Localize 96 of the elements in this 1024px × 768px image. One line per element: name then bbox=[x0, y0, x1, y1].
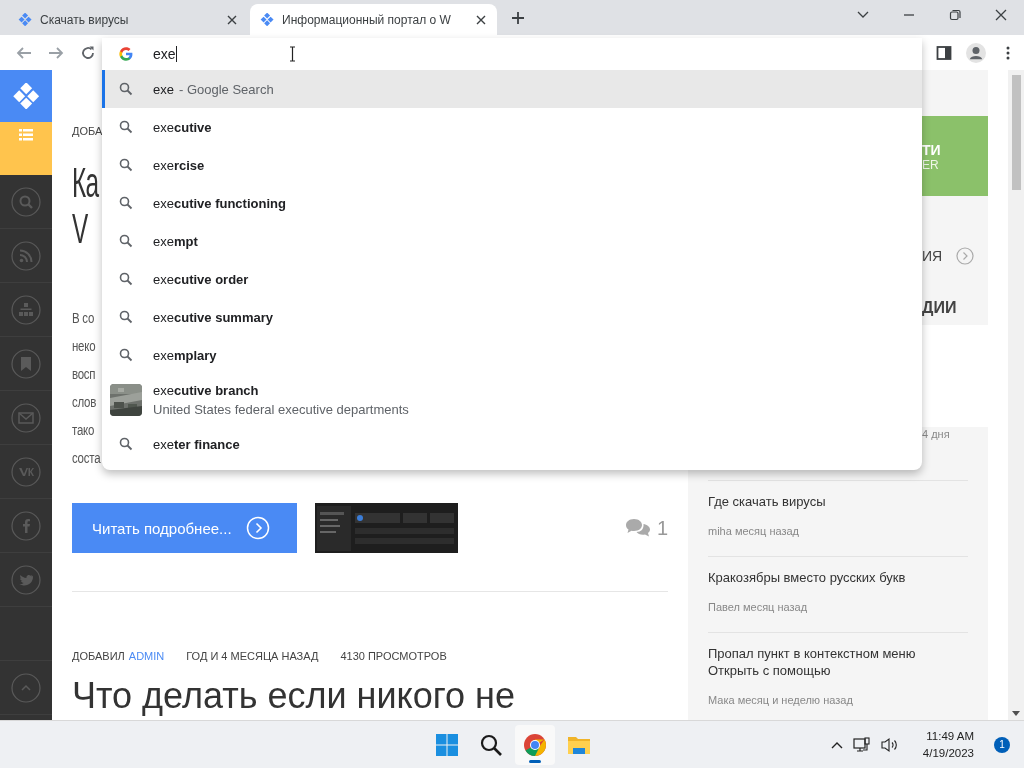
close-icon[interactable] bbox=[226, 13, 238, 26]
suggestion-item[interactable]: executive bbox=[102, 108, 922, 146]
hierarchy-icon[interactable] bbox=[11, 294, 41, 325]
social-icon[interactable] bbox=[11, 510, 41, 541]
widget-heading: ДИИ bbox=[922, 298, 957, 318]
comment-meta: Мака месяц и неделю назад bbox=[708, 693, 853, 707]
diamond-logo-icon bbox=[260, 13, 274, 26]
post-text: соста bbox=[72, 449, 101, 468]
address-field[interactable]: exe bbox=[153, 46, 177, 62]
reload-icon[interactable] bbox=[80, 44, 96, 61]
back-arrow-icon[interactable] bbox=[16, 44, 32, 61]
suggestion-item[interactable]: executive summary bbox=[102, 298, 922, 336]
author-link[interactable]: ADMIN bbox=[128, 649, 165, 663]
post-date: ГОД И 4 МЕСЯЦА НАЗАД bbox=[186, 649, 319, 663]
profile-icon[interactable] bbox=[966, 42, 986, 63]
google-g-icon bbox=[119, 47, 133, 61]
search-icon bbox=[119, 272, 133, 286]
post-text: слов bbox=[72, 393, 97, 412]
suggestion-item[interactable]: exempt bbox=[102, 222, 922, 260]
post-title[interactable]: Что делать если никого не bbox=[72, 675, 515, 717]
diamond-logo-icon[interactable] bbox=[12, 83, 40, 109]
speaker-icon[interactable] bbox=[880, 736, 899, 753]
search-icon bbox=[119, 196, 133, 210]
comment-meta: miha месяц назад bbox=[708, 524, 800, 538]
speech-bubbles-icon bbox=[624, 518, 651, 538]
suggestion-text: exempt bbox=[153, 233, 198, 249]
diamond-logo-icon bbox=[18, 13, 32, 26]
search-icon bbox=[119, 437, 133, 451]
suggestion-text: exe bbox=[153, 81, 174, 97]
side-panel-icon[interactable] bbox=[936, 44, 952, 61]
plus-icon[interactable] bbox=[511, 11, 525, 25]
comment-meta: 4 дня bbox=[922, 427, 950, 441]
search-icon[interactable] bbox=[11, 186, 41, 217]
chevron-right-icon[interactable] bbox=[956, 247, 975, 265]
suggestion-text: executive summary bbox=[153, 309, 273, 325]
restore-icon[interactable] bbox=[949, 9, 961, 21]
forward-arrow-icon[interactable] bbox=[48, 44, 64, 61]
bird-icon[interactable] bbox=[11, 564, 41, 595]
chrome-icon bbox=[523, 732, 547, 757]
search-icon bbox=[119, 348, 133, 362]
comment-title-link[interactable]: Пропал пункт в контекстном меню Открыть с помощью bbox=[708, 645, 968, 679]
text-cursor-icon bbox=[288, 46, 296, 62]
suggestion-item[interactable]: executive functioning bbox=[102, 184, 922, 222]
suggestion-text: exemplary bbox=[153, 347, 217, 363]
suggestion-item[interactable]: exercise bbox=[102, 146, 922, 184]
comment-meta: Павел месяц назад bbox=[708, 600, 808, 614]
promo-title: ТИ bbox=[922, 142, 941, 158]
clock[interactable]: 11:49 AM 4/19/2023 bbox=[922, 727, 974, 762]
scroll-down-icon[interactable] bbox=[1012, 711, 1020, 716]
post-text: неко bbox=[72, 337, 96, 356]
search-icon bbox=[119, 234, 133, 248]
widget-link[interactable]: ИЯ bbox=[922, 248, 943, 264]
post-title[interactable]: Ка bbox=[72, 160, 99, 206]
chevron-right-icon bbox=[245, 516, 270, 540]
suggestion-text: executive branch bbox=[153, 382, 260, 398]
post-title[interactable]: V bbox=[72, 206, 88, 252]
search-icon bbox=[119, 120, 133, 134]
post-text: восп bbox=[72, 365, 96, 384]
bookmark-icon[interactable] bbox=[11, 348, 41, 379]
suggestion-item[interactable]: exe - Google Search bbox=[102, 70, 922, 108]
post-text: тако bbox=[72, 421, 95, 440]
notification-badge[interactable]: 1 bbox=[994, 736, 1010, 753]
close-icon[interactable] bbox=[995, 9, 1007, 21]
search-icon bbox=[119, 310, 133, 324]
suggestion-item[interactable]: executive branch United States federal executive departments bbox=[102, 374, 922, 425]
social-icon[interactable] bbox=[11, 456, 41, 487]
search-icon bbox=[119, 82, 133, 96]
search-icon bbox=[119, 158, 133, 172]
post-text: В со bbox=[72, 309, 95, 328]
suggestion-text: executive order bbox=[153, 271, 249, 287]
promo-subtitle: ER bbox=[922, 158, 939, 172]
comment-title-link[interactable]: Кракозябры вместо русских букв bbox=[708, 569, 906, 586]
comment-count: 1 bbox=[656, 516, 668, 540]
comment-title-link[interactable]: Где скачать вирусы bbox=[708, 493, 826, 510]
suggestion-item[interactable]: executive order bbox=[102, 260, 922, 298]
mail-icon[interactable] bbox=[11, 402, 41, 433]
search-icon bbox=[479, 732, 503, 757]
suggestion-item[interactable]: exemplary bbox=[102, 336, 922, 374]
browser-tab[interactable]: Скачать вирусы bbox=[8, 4, 248, 35]
close-icon[interactable] bbox=[475, 13, 487, 26]
suggestion-text: exeter finance bbox=[153, 436, 240, 452]
browser-tab[interactable]: Информационный портал о W bbox=[250, 4, 497, 35]
network-icon[interactable] bbox=[852, 736, 871, 753]
windows-start-icon bbox=[435, 732, 459, 757]
suggestion-text: executive functioning bbox=[153, 195, 286, 211]
chevron-up-icon[interactable] bbox=[830, 740, 843, 749]
suggestion-text: executive bbox=[153, 119, 212, 135]
view-count: 4130 ПРОСМОТРОВ bbox=[340, 649, 447, 663]
suggestion-detail: - Google Search bbox=[178, 81, 274, 97]
suggestion-text: exercise bbox=[153, 157, 205, 173]
suggestion-detail: United States federal executive departments bbox=[153, 401, 409, 417]
scrollbar-thumb[interactable] bbox=[1011, 75, 1021, 190]
suggestion-item[interactable]: exeter finance bbox=[102, 425, 922, 463]
author-label: ДОБАВИЛ bbox=[72, 649, 125, 663]
rss-icon[interactable] bbox=[11, 240, 41, 271]
post-meta: ДОБА bbox=[72, 124, 103, 138]
